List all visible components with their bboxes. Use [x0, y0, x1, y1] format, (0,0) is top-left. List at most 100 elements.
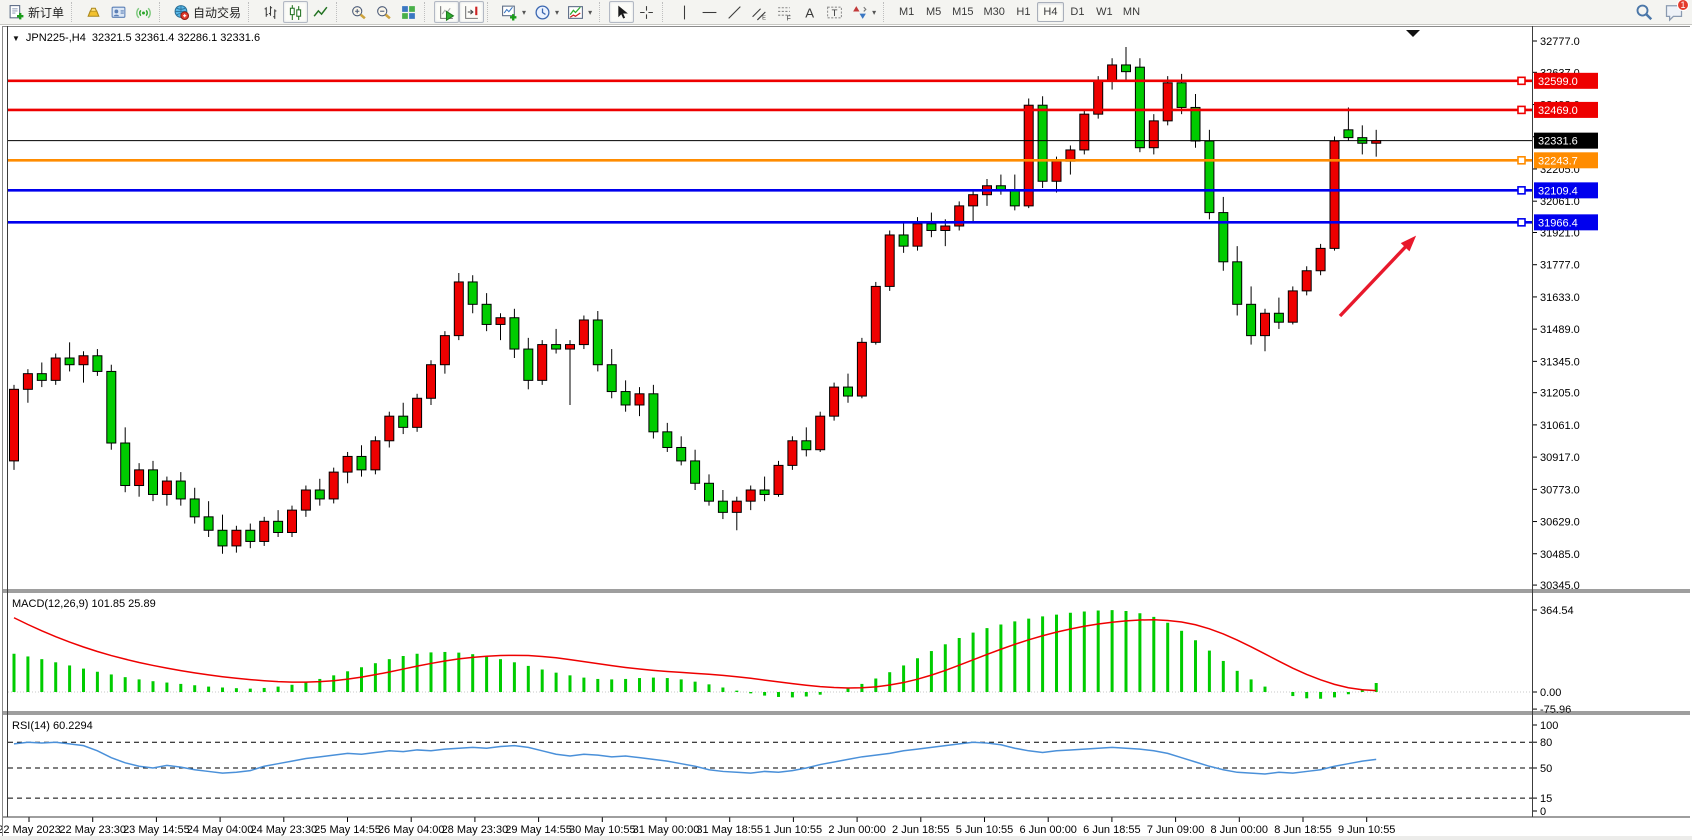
- hline-icon: [701, 4, 718, 21]
- level-price-label: 31966.4: [1534, 214, 1598, 230]
- trendline-button[interactable]: [722, 1, 747, 23]
- rsi-axis-label: 80: [1540, 737, 1552, 749]
- chart-background: [0, 26, 1692, 840]
- new-chart-button[interactable]: ▾: [497, 1, 530, 23]
- timeframe-h1-button[interactable]: H1: [1010, 2, 1037, 22]
- text-button[interactable]: A: [797, 1, 822, 23]
- candle-body: [162, 481, 171, 494]
- macd-indicator-label: MACD(12,26,9) 101.85 25.89: [12, 598, 156, 610]
- bar-chart-button[interactable]: [258, 1, 283, 23]
- candle-body: [1177, 83, 1186, 108]
- zoom-out-icon: [375, 4, 392, 21]
- candle-body: [635, 394, 644, 405]
- level-price-label-text: 32599.0: [1538, 76, 1578, 88]
- x-tick-label: 28 May 23:30: [442, 824, 509, 836]
- cursor-button[interactable]: [609, 1, 634, 23]
- notifications-button[interactable]: 1: [1664, 2, 1684, 22]
- timeframe-m5-button[interactable]: M5: [920, 2, 947, 22]
- candle-body: [844, 387, 853, 396]
- x-tick-label: 8 Jun 00:00: [1211, 824, 1269, 836]
- candle-body: [885, 235, 894, 286]
- candle-body: [329, 472, 338, 499]
- candle-body: [899, 235, 908, 246]
- market-button[interactable]: [81, 1, 106, 23]
- text-label-button[interactable]: T: [822, 1, 847, 23]
- signals-button[interactable]: [131, 1, 156, 23]
- timeframe-mn-button[interactable]: MN: [1118, 2, 1145, 22]
- arrows-button[interactable]: ▾: [847, 1, 880, 23]
- crosshair-icon: [638, 4, 655, 21]
- candle-body: [969, 195, 978, 206]
- candle-body: [1108, 65, 1117, 81]
- x-tick-label: 22 May 23:30: [59, 824, 126, 836]
- equidistant-channel-button[interactable]: E: [747, 1, 772, 23]
- timeframe-m15-button[interactable]: M15: [947, 2, 978, 22]
- candle-body: [135, 470, 144, 486]
- level-price-label: 32599.0: [1534, 73, 1598, 89]
- candle-body: [1330, 141, 1339, 248]
- candle-body: [301, 490, 310, 510]
- chart-shift-button[interactable]: [459, 1, 484, 23]
- chevron-down-icon[interactable]: ▾: [588, 8, 592, 17]
- candle-body: [468, 282, 477, 304]
- toolbar-separator: [662, 2, 668, 22]
- signals-icon: [135, 4, 152, 21]
- templates-button[interactable]: ▾: [563, 1, 596, 23]
- candlestick-button[interactable]: [283, 1, 308, 23]
- candle: [830, 383, 839, 421]
- candle-body: [1274, 313, 1283, 322]
- x-tick-label: 2 Jun 18:55: [892, 824, 950, 836]
- candle-body: [816, 416, 825, 450]
- x-tick-label: 1 Jun 10:55: [765, 824, 823, 836]
- chevron-down-icon[interactable]: ▾: [522, 8, 526, 17]
- vline-icon: [676, 4, 693, 21]
- line-anchor-marker: [1518, 219, 1525, 226]
- candle-body: [232, 530, 241, 546]
- search-button[interactable]: [1634, 2, 1654, 22]
- candle-body: [440, 336, 449, 365]
- candle-body: [176, 481, 185, 499]
- candle-body: [357, 456, 366, 469]
- candle-body: [593, 320, 602, 365]
- candle-body: [246, 530, 255, 541]
- fibonacci-button[interactable]: F: [772, 1, 797, 23]
- x-tick-label: 6 Jun 00:00: [1019, 824, 1077, 836]
- level-price-label-text: 31966.4: [1538, 217, 1578, 229]
- profile-button[interactable]: [106, 1, 131, 23]
- candle-body: [37, 374, 46, 381]
- auto-trading-button-label: 自动交易: [193, 4, 241, 21]
- candle-body: [218, 530, 227, 546]
- auto-scroll-button[interactable]: [434, 1, 459, 23]
- y-tick-label: 31777.0: [1540, 260, 1580, 272]
- candle: [1080, 110, 1089, 155]
- candle-body: [913, 224, 922, 246]
- auto-trading-button[interactable]: 自动交易: [169, 1, 245, 23]
- candle-body: [93, 356, 102, 372]
- candle-body: [1288, 291, 1297, 322]
- timeframe-m30-button[interactable]: M30: [979, 2, 1010, 22]
- chevron-down-icon[interactable]: ▾: [872, 8, 876, 17]
- zoom-in-button[interactable]: [346, 1, 371, 23]
- candle: [1205, 130, 1214, 219]
- tile-windows-icon: [400, 4, 417, 21]
- new-order-button[interactable]: 新订单: [4, 1, 68, 23]
- timeframe-d1-button[interactable]: D1: [1064, 2, 1091, 22]
- timeframe-m1-button[interactable]: M1: [893, 2, 920, 22]
- one-click-collapse-icon[interactable]: ▼: [12, 34, 20, 43]
- y-tick-label: 31489.0: [1540, 324, 1580, 336]
- chart-canvas[interactable]: 32777.032637.032493.032349.032205.032061…: [0, 26, 1692, 840]
- vertical-line-button[interactable]: [672, 1, 697, 23]
- horizontal-line-button[interactable]: [697, 1, 722, 23]
- chart-window[interactable]: 32777.032637.032493.032349.032205.032061…: [0, 26, 1692, 840]
- x-tick-label: 5 Jun 10:55: [956, 824, 1014, 836]
- periods-button[interactable]: ▾: [530, 1, 563, 23]
- level-price-label: 32243.7: [1534, 152, 1598, 168]
- crosshair-button[interactable]: [634, 1, 659, 23]
- timeframe-w1-button[interactable]: W1: [1091, 2, 1118, 22]
- zoom-out-button[interactable]: [371, 1, 396, 23]
- line-chart-button[interactable]: [308, 1, 333, 23]
- tile-windows-button[interactable]: [396, 1, 421, 23]
- chevron-down-icon[interactable]: ▾: [555, 8, 559, 17]
- line-anchor-marker: [1518, 157, 1525, 164]
- timeframe-h4-button[interactable]: H4: [1037, 2, 1064, 22]
